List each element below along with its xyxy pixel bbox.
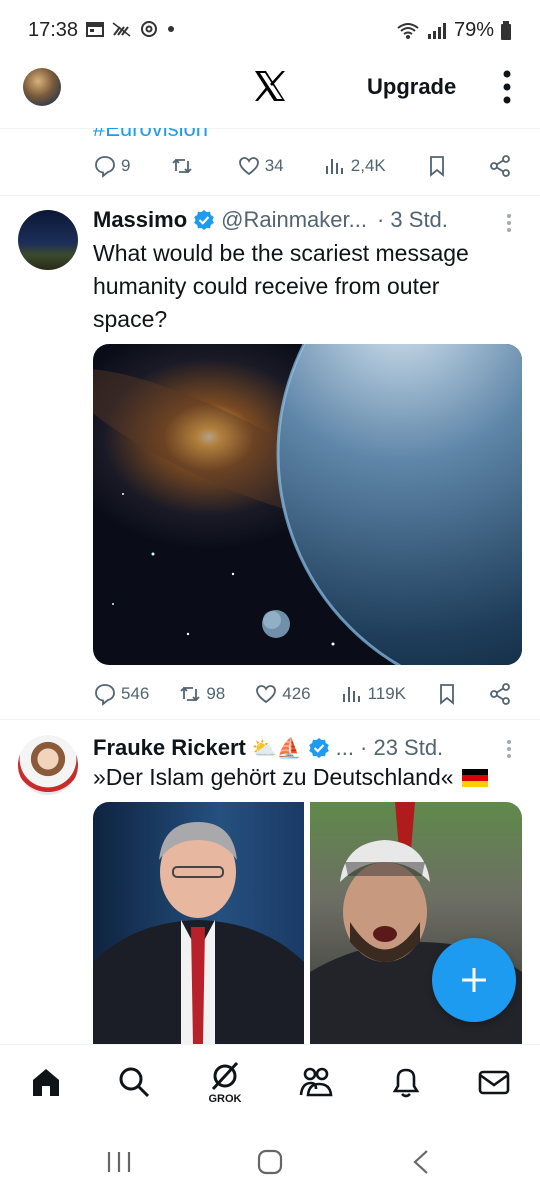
tweet-header: Frauke Rickert ⛅⛵ ... · 23 Std. — [93, 735, 443, 761]
system-navigation-bar — [0, 1128, 540, 1200]
reply-count: 546 — [121, 684, 150, 703]
author-name[interactable]: Massimo — [93, 207, 187, 233]
reply-button[interactable]: 9 — [93, 154, 130, 178]
share-icon[interactable] — [488, 154, 512, 178]
back-icon[interactable] — [412, 1149, 430, 1175]
home-icon — [33, 1069, 59, 1096]
like-button[interactable]: 426 — [254, 682, 311, 706]
tweet-partial[interactable]: #Eurovision 9 34 2,4K — [0, 128, 540, 196]
like-count: 34 — [264, 156, 284, 175]
tweet-header: Massimo @Rainmaker... · 3 Std. — [93, 207, 448, 233]
compose-post-button[interactable] — [432, 938, 516, 1022]
view-count: 2,4K — [350, 156, 386, 175]
author-handle[interactable]: ... — [336, 735, 354, 761]
home-system-icon[interactable] — [257, 1149, 283, 1175]
no-network-icon — [112, 22, 131, 37]
threads-icon — [141, 21, 157, 37]
top-app-bar: Upgrade — [0, 60, 540, 129]
views-button[interactable]: 2,4K — [323, 154, 386, 178]
reply-icon — [95, 156, 115, 178]
like-count: 426 — [282, 684, 311, 703]
bookmark-icon[interactable] — [435, 682, 459, 706]
upgrade-button[interactable]: Upgrade — [367, 74, 456, 100]
verified-badge-icon — [308, 738, 329, 758]
battery-icon — [501, 20, 511, 40]
communities-icon — [299, 1067, 333, 1097]
dot-icon — [168, 26, 174, 32]
grok-icon — [211, 1061, 239, 1091]
tweet-image-1[interactable] — [93, 802, 304, 1044]
status-time: 17:38 — [28, 19, 79, 41]
bookmark-icon[interactable] — [425, 154, 449, 178]
nav-notifications[interactable] — [384, 1065, 428, 1109]
hashtag-link[interactable]: #Eurovision — [93, 128, 208, 142]
share-icon[interactable] — [488, 682, 512, 706]
more-options-icon[interactable] — [498, 70, 516, 104]
tweet-more-icon[interactable] — [506, 213, 512, 233]
bell-icon — [392, 1068, 420, 1098]
repost-button[interactable] — [170, 154, 198, 178]
battery-percent: 79% — [453, 19, 494, 41]
mail-icon — [478, 1070, 510, 1095]
wifi-icon — [397, 22, 419, 39]
verified-badge-icon — [194, 210, 214, 230]
author-name[interactable]: Frauke Rickert — [93, 735, 246, 761]
tweet-massimo[interactable]: Massimo @Rainmaker... · 3 Std. What woul… — [0, 195, 540, 720]
heart-icon — [238, 157, 259, 176]
heart-icon — [256, 685, 277, 704]
search-icon — [119, 1067, 150, 1098]
tweet-text: What would be the scariest message human… — [93, 240, 469, 332]
space-image — [93, 344, 522, 665]
author-handle[interactable]: @Rainmaker... — [221, 207, 367, 233]
tweet-image[interactable] — [93, 344, 522, 665]
plus-icon — [462, 968, 486, 992]
tweet-text-row: »Der Islam gehört zu Deutschland« — [93, 761, 510, 794]
nav-search[interactable] — [112, 1065, 156, 1109]
nav-messages[interactable] — [472, 1065, 516, 1109]
x-logo-icon[interactable] — [252, 68, 288, 104]
views-icon — [342, 687, 360, 702]
name-emojis: ⛅⛵ — [251, 737, 302, 760]
status-bar: 17:38 79% — [0, 0, 540, 60]
repost-count: 98 — [206, 684, 226, 703]
like-button[interactable]: 34 — [237, 154, 284, 178]
tweet-actions: 9 34 2,4K — [93, 154, 512, 178]
profile-avatar-button[interactable] — [23, 68, 61, 106]
view-count: 119K — [367, 684, 407, 703]
tweet-more-icon[interactable] — [506, 739, 512, 759]
calendar-icon — [86, 22, 104, 37]
tweet-time: · 23 Std. — [360, 735, 444, 760]
grok-label: GROK — [208, 1093, 242, 1105]
avatar[interactable] — [18, 210, 78, 270]
nav-communities[interactable] — [294, 1065, 338, 1109]
avatar[interactable] — [18, 735, 78, 795]
reply-count: 9 — [121, 156, 131, 175]
nav-grok[interactable]: GROK — [203, 1061, 247, 1105]
tweet-text: »Der Islam gehört zu Deutschland« — [93, 764, 454, 790]
nav-home[interactable] — [24, 1065, 68, 1109]
views-button[interactable]: 119K — [340, 682, 406, 706]
views-icon — [325, 159, 343, 174]
repost-button[interactable]: 98 — [178, 682, 225, 706]
german-flag-icon — [461, 768, 488, 787]
signal-icon — [427, 22, 446, 39]
status-notification-icons — [86, 20, 176, 38]
recent-apps-icon[interactable] — [106, 1150, 132, 1174]
repost-icon — [180, 686, 200, 702]
reply-icon — [95, 684, 115, 706]
reply-button[interactable]: 546 — [93, 682, 149, 706]
tweet-actions: 546 98 426 119K — [93, 682, 512, 706]
bottom-navigation: GROK — [0, 1044, 540, 1129]
tweet-time: · 3 Std. — [376, 207, 448, 232]
repost-icon — [171, 158, 192, 174]
photo-politician — [93, 822, 304, 1044]
status-system-icons: 79% — [396, 19, 512, 42]
